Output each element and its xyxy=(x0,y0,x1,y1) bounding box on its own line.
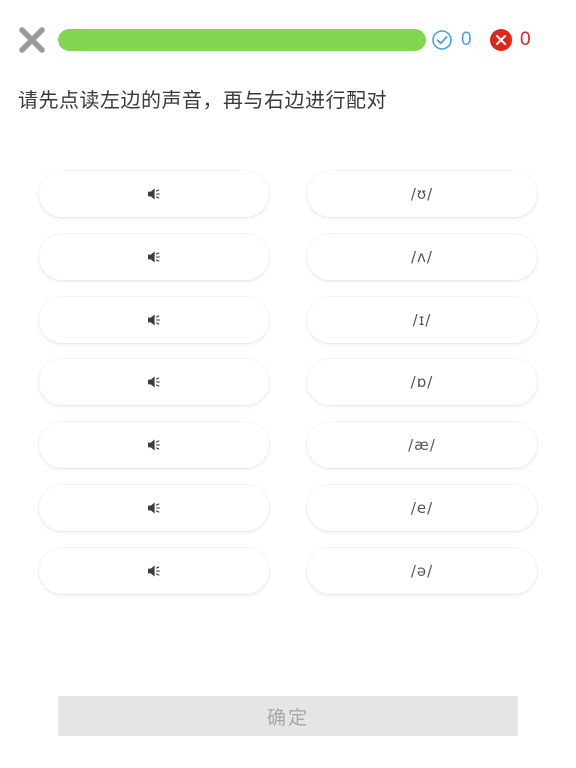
phonetic-label: /ʌ/ xyxy=(411,247,433,266)
wrong-count: 0 xyxy=(520,29,531,50)
speaker-icon xyxy=(147,564,161,578)
confirm-button[interactable]: 确定 xyxy=(58,696,518,736)
correct-counter: 0 xyxy=(431,27,472,53)
phonetic-card[interactable]: /æ/ xyxy=(307,422,537,469)
phonetic-card[interactable]: /ɒ/ xyxy=(307,359,537,406)
sound-card[interactable] xyxy=(39,547,269,594)
x-circle-icon xyxy=(490,29,512,51)
phonetic-card[interactable]: /ʊ/ xyxy=(307,171,537,217)
sound-card[interactable] xyxy=(39,233,269,280)
phonetic-label: /æ/ xyxy=(408,436,436,455)
sound-card[interactable] xyxy=(39,296,269,343)
speaker-icon xyxy=(147,250,161,264)
phonetic-card[interactable]: /ɪ/ xyxy=(307,296,537,343)
speaker-icon xyxy=(147,438,161,452)
phonetic-label: /ʊ/ xyxy=(410,185,434,203)
instruction-text: 请先点读左边的声音，再与右边进行配对 xyxy=(18,88,387,112)
phonetic-label: /e/ xyxy=(410,499,434,517)
correct-count: 0 xyxy=(461,29,472,50)
phonetic-card[interactable]: /ʌ/ xyxy=(307,233,537,280)
phonetic-card[interactable]: /ə/ xyxy=(307,547,537,594)
speaker-icon xyxy=(147,187,161,201)
speaker-icon xyxy=(147,501,161,515)
close-icon[interactable] xyxy=(16,24,48,56)
sound-card[interactable] xyxy=(39,422,269,469)
sound-card[interactable] xyxy=(39,171,269,217)
matching-exercise-page: 0 0 请先点读左边的声音，再与右边进行配对 /ʊ/ /ʌ/ /ɪ/ /ɒ/ /æ/ /e… xyxy=(0,0,576,768)
check-circle-icon xyxy=(431,29,453,51)
phonetic-card[interactable]: /e/ xyxy=(307,485,537,531)
sound-card[interactable] xyxy=(39,485,269,531)
sound-card[interactable] xyxy=(39,359,269,406)
phonetic-label: /ə/ xyxy=(410,561,434,580)
wrong-counter: 0 xyxy=(490,27,531,53)
progress-fill xyxy=(58,29,426,51)
speaker-icon xyxy=(147,375,161,389)
phonetic-label: /ɪ/ xyxy=(412,310,432,329)
phonetic-label: /ɒ/ xyxy=(410,373,434,392)
speaker-icon xyxy=(147,313,161,327)
progress-bar xyxy=(58,29,426,51)
